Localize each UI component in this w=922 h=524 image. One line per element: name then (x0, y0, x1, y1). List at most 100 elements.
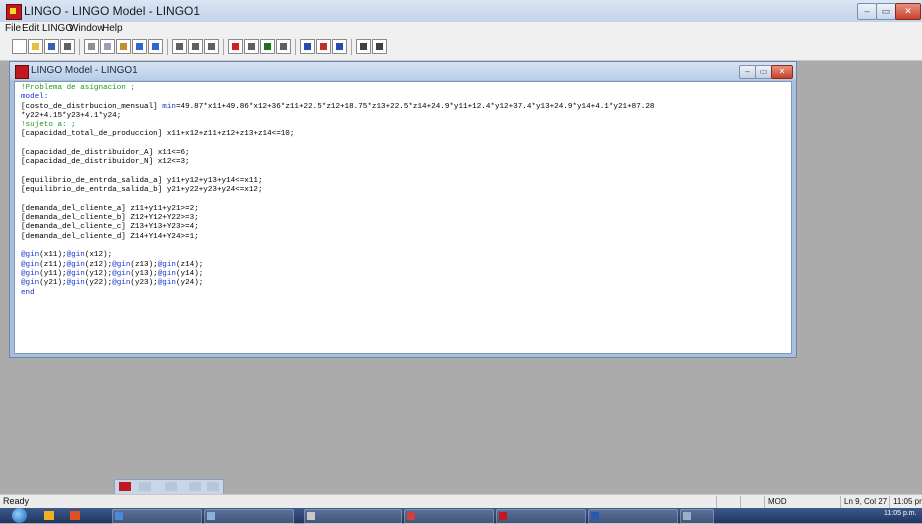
code-keyword: @gin (157, 279, 176, 288)
code-line: [demanda_del_cliente_d] Z14+Y14+Y24>=1; (21, 233, 654, 242)
model-window-icon[interactable] (15, 65, 29, 79)
code-line: [equilibrio_de_entrda_salida_b] y21+y22+… (21, 186, 654, 195)
code-line: [demanda_del_cliente_c] Z13+Y13+Y23>=4; (21, 223, 654, 232)
code-line: *y22+4.15*y23+4.1*y24; (21, 112, 654, 121)
taskbar-item[interactable] (680, 509, 714, 524)
taskbar-item[interactable] (496, 509, 586, 524)
model-minimize-button[interactable]: ‒ (739, 65, 756, 79)
matrix-button[interactable] (260, 39, 275, 54)
menu-edit[interactable]: Edit (22, 22, 39, 36)
status-cell-empty (740, 496, 764, 508)
find-button[interactable] (172, 39, 187, 54)
status-bar: Ready MOD Ln 9, Col 27 11:05 pm (0, 494, 922, 509)
model-window: LINGO Model - LINGO1 ‒ ▭ ✕ !Problema de … (9, 61, 797, 358)
status-time: 11:05 pm (889, 496, 922, 508)
maximize-button[interactable]: ▭ (876, 3, 896, 20)
solution-button[interactable] (244, 39, 259, 54)
goto-button[interactable] (188, 39, 203, 54)
context-help-button[interactable] (372, 39, 387, 54)
code-keyword: @gin (112, 279, 131, 288)
model-editor[interactable]: !Problema de asignacion ; model: [costo_de… (14, 81, 792, 354)
code-comment: !sujeto a: ; (21, 121, 76, 130)
code-comment: !Problema de asignacion ; (21, 84, 135, 92)
window-icon[interactable] (207, 482, 219, 491)
code-line: @gin(y11);@gin(y12);@gin(y13);@gin(y14); (21, 270, 654, 279)
new-button[interactable] (12, 39, 27, 54)
taskbar-item[interactable] (588, 509, 678, 524)
toolbar-separator (351, 39, 352, 55)
save-icon (48, 43, 55, 50)
start-button[interactable] (12, 508, 27, 523)
toolbar-separator (295, 39, 296, 55)
code-text: *y22+4.15*y23+4.1*y24; (21, 111, 122, 120)
send-to-back-button[interactable] (300, 39, 315, 54)
code-text: [demanda_del_cliente_c] Z13+Y13+Y23>=4; (21, 223, 199, 232)
restore-icon[interactable] (139, 482, 151, 491)
minimized-window-bar[interactable] (114, 479, 224, 495)
code-text: [capacidad_de_distribuidor_N] x12<=3; (21, 158, 190, 167)
status-position: Ln 9, Col 27 (840, 496, 892, 508)
print-button[interactable] (60, 39, 75, 54)
code-keyword: @gin (157, 260, 176, 269)
options-button[interactable] (276, 39, 291, 54)
code-keyword: @gin (21, 279, 40, 288)
media-icon[interactable] (70, 511, 80, 520)
code-text: [equilibrio_de_entrda_salida_a] y11+y12+… (21, 176, 263, 185)
taskbar-item[interactable] (204, 509, 294, 524)
system-tray (734, 511, 854, 520)
status-cell-empty (716, 496, 740, 508)
code-text: (z11); (39, 260, 67, 269)
model-window-title: LINGO Model - LINGO1 (31, 65, 138, 76)
code-text: [demanda_del_cliente_d] Z14+Y14+Y24>=1; (21, 232, 199, 241)
model-maximize-button[interactable]: ▭ (755, 65, 772, 79)
taskbar-clock[interactable]: 11:05 p.m. (884, 510, 917, 517)
code-keyword: @gin (66, 269, 85, 278)
code-line: [capacidad_de_distribuidor_A] x11<=6; (21, 149, 654, 158)
taskbar-item[interactable] (404, 509, 494, 524)
help-icon (360, 43, 367, 50)
code-text: [costo_de_distrbucion_mensual] (21, 102, 163, 111)
model-close-button[interactable]: ✕ (771, 65, 793, 79)
close-all-button[interactable] (316, 39, 331, 54)
menu-file[interactable]: File (5, 22, 21, 36)
lingo-minimized-icon (119, 482, 131, 491)
lingo-app-icon[interactable] (6, 4, 22, 20)
code-keyword: @gin (21, 269, 40, 278)
explorer-icon[interactable] (44, 511, 54, 520)
goto-icon (192, 43, 199, 50)
close-icon[interactable] (189, 482, 201, 491)
menu-help[interactable]: Help (102, 22, 123, 36)
minimize-button[interactable]: ‒ (857, 3, 877, 20)
tile-button[interactable] (332, 39, 347, 54)
toolbar-separator (167, 39, 168, 55)
taskbar-item[interactable] (304, 509, 402, 524)
paste-button[interactable] (116, 39, 131, 54)
copy-icon (104, 43, 111, 50)
code-text: (y24); (175, 279, 204, 288)
context-help-icon (376, 43, 383, 50)
solve-button[interactable] (228, 39, 243, 54)
redo-button[interactable] (148, 39, 163, 54)
menu-window[interactable]: Window (69, 22, 105, 36)
maximize-icon[interactable] (165, 482, 177, 491)
close-button[interactable]: ✕ (895, 3, 921, 20)
code-keyword: @gin (112, 260, 131, 269)
cut-button[interactable] (84, 39, 99, 54)
help-button[interactable] (356, 39, 371, 54)
code-line: model: (21, 93, 654, 102)
open-button[interactable] (28, 39, 43, 54)
find-icon (176, 43, 183, 50)
copy-button[interactable] (100, 39, 115, 54)
undo-button[interactable] (132, 39, 147, 54)
code-line: [capacidad_de_distribuidor_N] x12<=3; (21, 158, 654, 167)
match-paren-button[interactable] (204, 39, 219, 54)
code-line: @gin(y21);@gin(y22);@gin(y23);@gin(y24); (21, 279, 654, 288)
code-keyword: @gin (66, 260, 85, 269)
code-line: end (21, 289, 654, 298)
code-line: [equilibrio_de_entrda_salida_a] y11+y12+… (21, 177, 654, 186)
taskbar-item[interactable] (112, 509, 202, 524)
save-button[interactable] (44, 39, 59, 54)
